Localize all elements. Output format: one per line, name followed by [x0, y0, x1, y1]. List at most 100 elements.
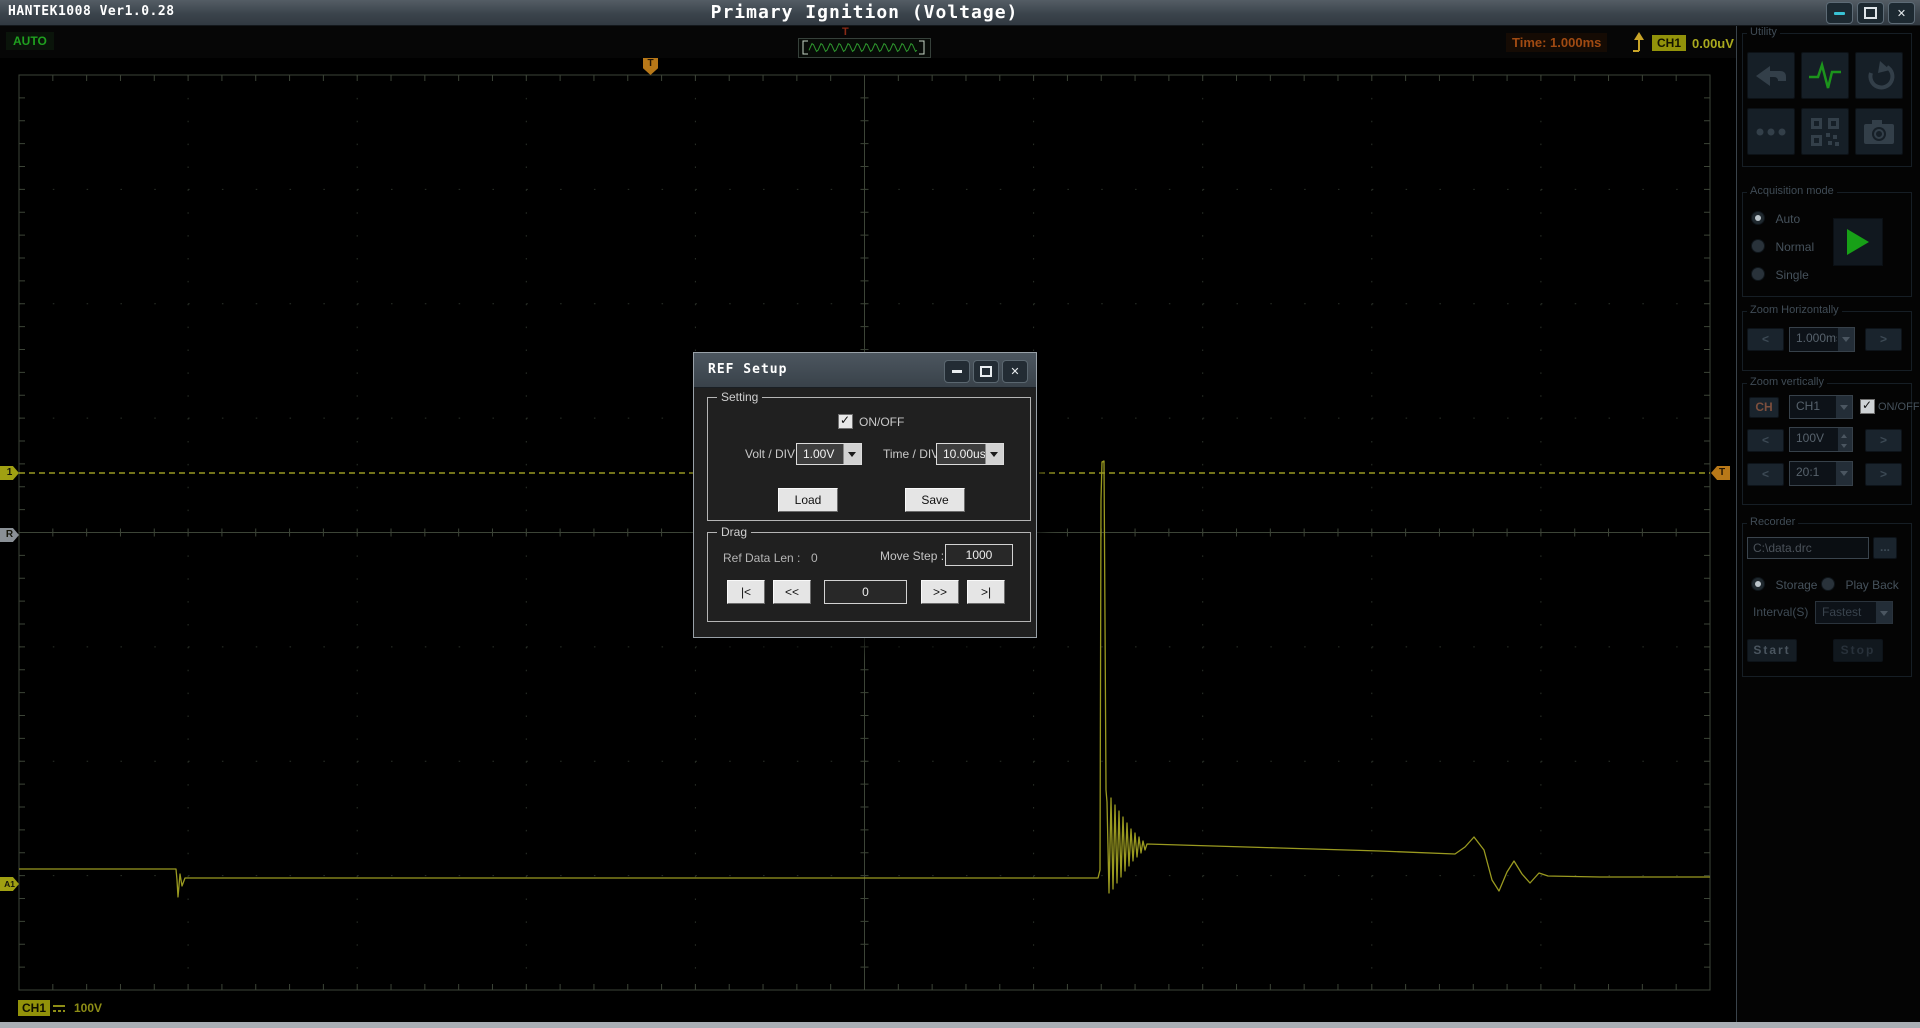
- app-window: T 1 R A1 T HANTEK1008 Ver1.0.28 Primary …: [0, 0, 1920, 1028]
- minimize-button[interactable]: [1826, 2, 1853, 24]
- radio-storage[interactable]: Storage: [1751, 576, 1817, 594]
- interval-label: Interval(S): [1753, 605, 1808, 619]
- position-input[interactable]: [824, 580, 907, 604]
- chevron-down-icon[interactable]: [1837, 328, 1854, 351]
- zoom-h-select[interactable]: 1.000ms: [1789, 327, 1855, 352]
- move-step-input[interactable]: [945, 544, 1013, 566]
- drag-group-label: Drag: [717, 525, 751, 539]
- radio-single-label: Single: [1775, 268, 1808, 282]
- status-bar: AUTO T Time: 1.000ms CH1 0.00uV: [0, 26, 1736, 58]
- move-step-label: Move Step :: [880, 549, 944, 563]
- chevron-down-icon: [1875, 602, 1892, 623]
- check-icon: ✓: [840, 413, 850, 427]
- qr-code-button[interactable]: [1801, 108, 1849, 155]
- close-button[interactable]: ✕: [1888, 2, 1915, 24]
- minimize-icon: [952, 370, 962, 373]
- waveform-preview[interactable]: [798, 38, 931, 58]
- volt-div-value: 1.00V: [797, 444, 843, 464]
- waveform-button[interactable]: [1801, 52, 1849, 99]
- dialog-title-bar[interactable]: REF Setup ✕: [694, 353, 1036, 388]
- radio-auto[interactable]: Auto: [1751, 210, 1800, 228]
- undo-icon: [1862, 60, 1896, 92]
- dialog-close-button[interactable]: ✕: [1002, 360, 1028, 383]
- volt-next-button[interactable]: >: [1865, 429, 1902, 452]
- channel-onoff-label: ON/OFF: [1878, 401, 1920, 413]
- channel-select[interactable]: CH1: [1789, 395, 1853, 419]
- radio-storage-label: Storage: [1775, 578, 1817, 592]
- channel-value: CH1: [1790, 396, 1835, 418]
- chevron-down-icon[interactable]: [1835, 462, 1852, 485]
- load-button[interactable]: Load: [778, 488, 838, 512]
- move-next-button[interactable]: >>: [921, 580, 959, 604]
- radio-auto-label: Auto: [1775, 212, 1800, 226]
- radio-single[interactable]: Single: [1751, 266, 1809, 284]
- radio-storage-icon: [1751, 577, 1765, 591]
- utility-group-label: Utility: [1747, 26, 1780, 38]
- probe-next-button[interactable]: >: [1865, 463, 1902, 486]
- maximize-icon: [980, 366, 992, 377]
- radio-auto-icon: [1751, 211, 1765, 225]
- start-button[interactable]: Start: [1747, 639, 1797, 662]
- save-button[interactable]: Save: [905, 488, 965, 512]
- time-div-select[interactable]: 10.00us: [936, 443, 1004, 465]
- volt-prev-button[interactable]: <: [1747, 429, 1784, 452]
- back-button[interactable]: [1747, 52, 1795, 99]
- waveform-icon: [1807, 60, 1843, 92]
- chevron-down-icon[interactable]: [843, 444, 861, 464]
- zoom-h-prev-button[interactable]: <: [1747, 328, 1784, 351]
- browse-button[interactable]: ...: [1873, 537, 1897, 559]
- channel-button[interactable]: CH: [1749, 397, 1779, 418]
- move-prev-button[interactable]: <<: [773, 580, 811, 604]
- ref-onoff-label: ON/OFF: [859, 415, 904, 429]
- camera-icon: [1862, 118, 1896, 146]
- maximize-icon: [1864, 7, 1877, 19]
- volt-value: 100V: [1790, 428, 1837, 451]
- dialog-minimize-button[interactable]: [944, 360, 970, 383]
- chevron-down-icon[interactable]: [1835, 396, 1852, 418]
- volt-div-readout[interactable]: 100V: [74, 1001, 102, 1015]
- radio-playback-label: Play Back: [1845, 578, 1898, 592]
- radio-normal-icon: [1751, 239, 1765, 253]
- ref-setup-dialog: REF Setup ✕ Setting ✓ ON/OFF Volt / DIV …: [693, 352, 1037, 638]
- ref-onoff-checkbox[interactable]: ✓: [838, 414, 853, 429]
- preview-waveform-icon: [799, 39, 928, 55]
- radio-normal[interactable]: Normal: [1751, 238, 1814, 256]
- dialog-maximize-button[interactable]: [973, 360, 999, 383]
- zoom-h-next-button[interactable]: >: [1865, 328, 1902, 351]
- screenshot-button[interactable]: [1855, 108, 1903, 155]
- undo-button[interactable]: [1855, 52, 1903, 99]
- ref-data-len-value: 0: [811, 551, 818, 565]
- radio-normal-label: Normal: [1775, 240, 1814, 254]
- spin-down-icon[interactable]: [1838, 440, 1852, 452]
- control-panel: Utility: [1736, 25, 1920, 1022]
- spin-up-icon[interactable]: [1838, 428, 1852, 440]
- setting-group-label: Setting: [717, 390, 762, 404]
- title-bar: HANTEK1008 Ver1.0.28 Primary Ignition (V…: [0, 0, 1920, 26]
- dialog-title: REF Setup: [708, 362, 787, 377]
- move-last-button[interactable]: >|: [967, 580, 1005, 604]
- channel-badge[interactable]: CH1: [18, 1000, 50, 1016]
- volt-div-select[interactable]: 1.00V: [796, 443, 862, 465]
- zoom-h-group-label: Zoom Horizontally: [1747, 304, 1842, 316]
- setting-group: Setting ✓ ON/OFF Volt / DIV 1.00V Time /…: [707, 397, 1031, 521]
- run-stop-button[interactable]: [1833, 218, 1883, 266]
- volt-div-label: Volt / DIV: [745, 447, 795, 461]
- volt-spinner[interactable]: 100V: [1789, 427, 1853, 452]
- back-arrow-icon: [1754, 62, 1788, 90]
- interval-select: Fastest: [1815, 601, 1893, 624]
- channel-onoff-checkbox[interactable]: ✓: [1860, 399, 1875, 414]
- close-icon: ✕: [1010, 365, 1019, 378]
- record-path-input[interactable]: [1747, 537, 1869, 559]
- maximize-button[interactable]: [1857, 2, 1884, 24]
- trigger-level-readout: 0.00uV: [1692, 36, 1734, 51]
- move-first-button[interactable]: |<: [727, 580, 765, 604]
- probe-select[interactable]: 20:1: [1789, 461, 1853, 486]
- radio-playback-icon: [1821, 577, 1835, 591]
- channel-bar: CH1 100V: [0, 998, 1736, 1022]
- more-button[interactable]: [1747, 108, 1795, 155]
- chevron-down-icon[interactable]: [985, 444, 1003, 464]
- taskbar-edge: [0, 1022, 1920, 1028]
- radio-playback[interactable]: Play Back: [1821, 576, 1899, 594]
- trigger-edge-icon: [1630, 30, 1648, 54]
- probe-prev-button[interactable]: <: [1747, 463, 1784, 486]
